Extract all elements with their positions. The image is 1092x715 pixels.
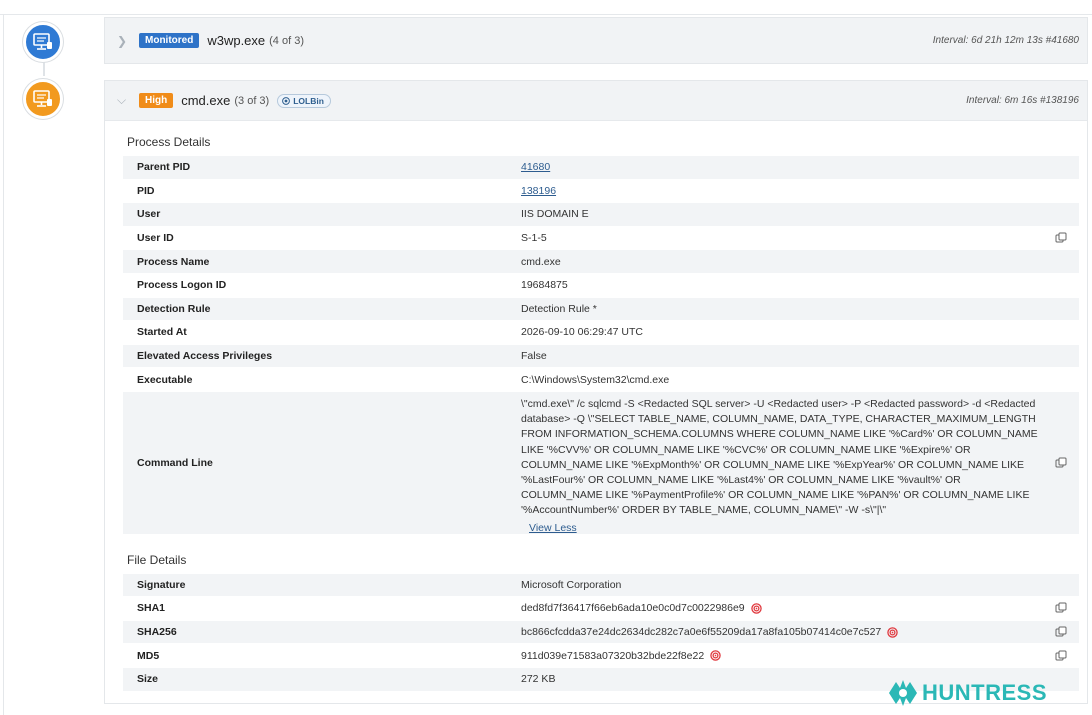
row-label: Executable [123, 367, 507, 392]
target-icon[interactable] [710, 650, 721, 662]
process-count: (4 of 3) [269, 34, 304, 47]
row-label: Command Line [123, 390, 507, 534]
parent-pid-link[interactable]: 41680 [521, 161, 550, 173]
row-label: Size [123, 666, 507, 691]
left-border [3, 14, 4, 715]
command-line-text: \"cmd.exe\" /c sqlcmd -S <Redacted SQL s… [521, 397, 1038, 517]
huntress-logo-icon [889, 680, 917, 706]
top-bar [0, 0, 1092, 15]
process-node-cmd[interactable] [23, 79, 63, 119]
process-interval: Interval: 6d 21h 12m 13s #41680 [932, 35, 1079, 46]
table-row: SHA256 bc866cfcdda37e24dc2634dc282c7a0e6… [123, 619, 1079, 644]
severity-badge: High [139, 93, 174, 108]
table-row: Parent PID 41680 [123, 155, 1079, 180]
copy-icon[interactable] [1055, 626, 1067, 638]
row-label: User [123, 202, 507, 227]
process-title: cmd.exe [181, 93, 231, 108]
table-row: Process Logon ID 19684875 [123, 272, 1079, 298]
chevron-right-icon[interactable]: ❯ [117, 34, 131, 48]
table-row: Command Line \"cmd.exe\" /c sqlcmd -S <R… [123, 390, 1079, 534]
lolbin-icon [282, 96, 291, 105]
process-details-table: Parent PID 41680 PID 138196 User IIS DOM… [123, 155, 1079, 534]
row-value: C:\Windows\System32\cmd.exe [507, 367, 1079, 392]
lolbin-label: LOLBin [293, 95, 324, 106]
view-less-link[interactable]: View Less [529, 522, 1039, 534]
chevron-down-icon[interactable]: ⌵ [117, 93, 131, 108]
process-card-cmd: ⌵ High cmd.exe (3 of 3) LOLBin Interval:… [104, 80, 1088, 704]
copy-icon[interactable] [1055, 457, 1067, 469]
target-icon[interactable] [750, 603, 762, 614]
table-row: Signature Microsoft Corporation [123, 572, 1079, 597]
row-value: 19684875 [507, 272, 1079, 298]
process-title: w3wp.exe [207, 33, 266, 48]
row-label: Signature [123, 572, 507, 597]
table-row: SHA1 ded8fd7f36417f66eb6ada10e0c0d7c0022… [123, 596, 1079, 621]
process-details-title: Process Details [127, 135, 211, 149]
row-value: 911d039e71583a07320b32bde22f8e22 [521, 649, 705, 662]
process-interval: Interval: 6m 16s #138196 [966, 95, 1079, 106]
row-label: PID [123, 178, 507, 203]
row-value: Microsoft Corporation [507, 572, 1079, 597]
severity-badge: Monitored [139, 33, 200, 48]
table-row: Executable C:\Windows\System32\cmd.exe [123, 367, 1079, 392]
computer-icon [33, 33, 52, 50]
row-value: False [507, 343, 1079, 368]
brand-name: HUNTRESS [922, 680, 1048, 705]
process-count: (3 of 3) [234, 94, 270, 107]
row-value: 2026-09-10 06:29:47 UTC [507, 320, 1079, 345]
file-details-table: Signature Microsoft Corporation SHA1 ded… [123, 572, 1079, 691]
process-card-header[interactable]: ❯ Monitored w3wp.exe (4 of 3) Interval: … [105, 18, 1087, 63]
row-value: ded8fd7f36417f66eb6ada10e0c0d7c0022986e9 [521, 602, 745, 615]
process-card-header[interactable]: ⌵ High cmd.exe (3 of 3) LOLBin Interval:… [105, 81, 1087, 121]
row-label: User ID [123, 225, 507, 250]
row-label: Process Name [123, 249, 507, 274]
copy-icon[interactable] [1055, 650, 1067, 662]
table-row: User IIS DOMAIN E [123, 202, 1079, 227]
huntress-logo: HUNTRESS [886, 678, 1047, 708]
lolbin-tag[interactable]: LOLBin [277, 93, 331, 108]
row-value: S-1-5 [521, 232, 547, 245]
row-label: Process Logon ID [123, 272, 507, 298]
row-value: IIS DOMAIN E [507, 202, 1079, 227]
copy-icon[interactable] [1055, 232, 1067, 244]
copy-icon[interactable] [1055, 602, 1067, 614]
table-row: Process Name cmd.exe [123, 249, 1079, 274]
process-node-w3wp[interactable] [23, 22, 63, 62]
table-row: PID 138196 [123, 178, 1079, 203]
pid-link[interactable]: 138196 [521, 185, 556, 197]
process-card-w3wp: ❯ Monitored w3wp.exe (4 of 3) Interval: … [104, 17, 1088, 64]
table-row: Detection Rule Detection Rule * [123, 296, 1079, 321]
row-label: MD5 [123, 643, 507, 668]
row-value: Detection Rule * [507, 296, 1079, 321]
table-row: Elevated Access Privileges False [123, 343, 1079, 368]
row-label: Parent PID [123, 155, 507, 180]
target-icon[interactable] [887, 627, 898, 638]
row-label: Started At [123, 320, 507, 345]
table-row: Started At 2026-09-10 06:29:47 UTC [123, 320, 1079, 345]
table-row: MD5 911d039e71583a07320b32bde22f8e22 [123, 643, 1079, 668]
row-label: Elevated Access Privileges [123, 343, 507, 368]
row-label: SHA1 [123, 596, 507, 621]
computer-icon [33, 90, 52, 107]
file-details-title: File Details [127, 552, 187, 567]
row-value: cmd.exe [507, 249, 1079, 274]
row-value: bc866cfcdda37e24dc2634dc282c7a0e6f55209d… [521, 626, 882, 639]
table-row: User ID S-1-5 [123, 225, 1079, 250]
row-label: Detection Rule [123, 296, 507, 321]
row-label: SHA256 [123, 619, 507, 644]
